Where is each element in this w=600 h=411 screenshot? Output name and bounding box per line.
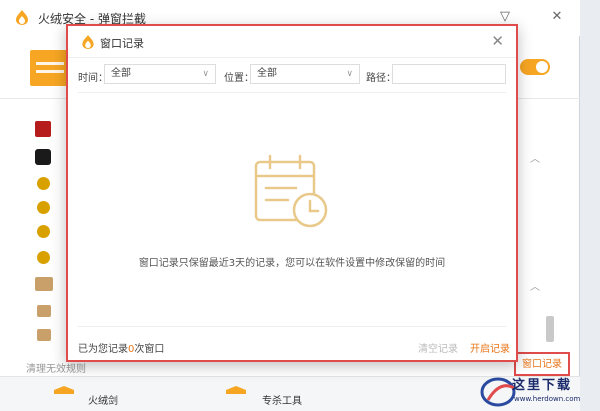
record-count-suffix: 次窗口 xyxy=(134,344,165,355)
app-icon xyxy=(35,149,51,165)
huorong-logo-icon xyxy=(16,10,28,25)
popup-block-tile[interactable] xyxy=(30,50,70,86)
watermark-text: 这里下载 xyxy=(512,378,573,393)
path-filter-input[interactable] xyxy=(392,64,506,84)
position-filter-value: 全部 xyxy=(257,68,277,79)
tile-bar xyxy=(36,62,64,65)
time-filter-select[interactable]: 全部 ∨ xyxy=(104,64,216,84)
dialog-close-button[interactable]: ✕ xyxy=(491,32,504,50)
main-close-button[interactable]: ✕ xyxy=(548,8,566,26)
divider xyxy=(78,92,506,93)
window-record-dialog: 窗口记录 ✕ 时间： 全部 ∨ 位置： 全部 ∨ 路径： 窗口记录只保留最近3天… xyxy=(66,24,518,362)
app-icon xyxy=(37,305,51,317)
popup-block-toggle[interactable] xyxy=(520,59,550,75)
app-icon xyxy=(37,251,50,264)
position-filter-select[interactable]: 全部 ∨ xyxy=(250,64,360,84)
record-count-prefix: 已为您记录 xyxy=(78,344,128,355)
kill-tool-icon xyxy=(226,386,246,394)
empty-state-message: 窗口记录只保留最近3天的记录，您可以在软件设置中修改保留的时间 xyxy=(138,258,446,269)
cleanup-rules-link[interactable]: 清理无效规则 xyxy=(26,360,86,375)
chevron-down-icon: ∨ xyxy=(346,69,353,79)
app-icon xyxy=(37,177,50,190)
chevron-down-icon: ∨ xyxy=(202,69,209,79)
enable-records-button[interactable]: 开启记录 xyxy=(470,340,510,355)
app-icon xyxy=(37,329,51,341)
eye-app-icon xyxy=(35,277,53,291)
chevron-up-icon[interactable]: ︿ xyxy=(530,150,540,165)
dialog-title: 窗口记录 xyxy=(100,37,144,50)
bottom-tool-label[interactable]: 火绒剑 xyxy=(88,392,118,407)
tile-bar xyxy=(36,70,64,73)
dialog-header: 窗口记录 ✕ xyxy=(68,26,516,58)
huorong-logo-icon xyxy=(82,35,94,49)
chevron-up-icon[interactable]: ︿ xyxy=(530,278,540,293)
calendar-clock-icon xyxy=(254,154,328,228)
flash-app-icon xyxy=(35,121,51,137)
window-edge xyxy=(580,0,600,411)
app-icon xyxy=(37,201,50,214)
bottom-tool-label[interactable]: 专杀工具 xyxy=(262,392,302,407)
scrollbar-thumb[interactable] xyxy=(546,316,554,342)
divider xyxy=(78,326,506,327)
app-icon xyxy=(37,225,50,238)
watermark-url: www.herdown.com xyxy=(514,395,581,403)
clear-records-button[interactable]: 清空记录 xyxy=(418,340,458,355)
record-count-text: 已为您记录0次窗口 xyxy=(78,340,164,355)
huorong-sword-icon xyxy=(54,386,74,394)
time-filter-value: 全部 xyxy=(111,68,131,79)
